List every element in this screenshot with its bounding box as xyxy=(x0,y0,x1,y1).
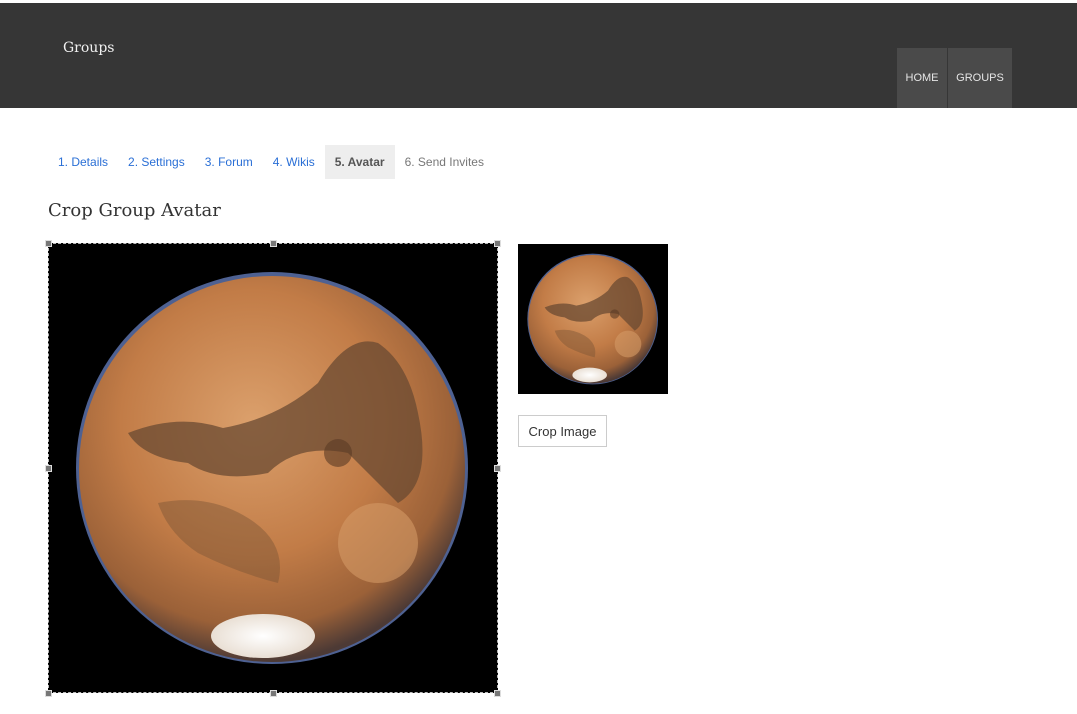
step-avatar-current: 5. Avatar xyxy=(324,145,395,179)
nav-groups-link[interactable]: GROUPS xyxy=(947,48,1012,108)
avatar-preview xyxy=(518,244,668,394)
step-details-link[interactable]: 1. Details xyxy=(48,145,118,179)
crop-handle-bottom-left[interactable] xyxy=(45,690,52,697)
step-wikis-link[interactable]: 4. Wikis xyxy=(263,145,325,179)
site-title[interactable]: Groups xyxy=(63,40,114,56)
avatar-crop-image[interactable] xyxy=(48,243,498,693)
mars-planet-image xyxy=(76,272,468,664)
crop-handle-bottom-right[interactable] xyxy=(494,690,501,697)
main-nav: HOME GROUPS xyxy=(897,48,1012,108)
mars-preview-image xyxy=(527,253,658,385)
crop-handle-top[interactable] xyxy=(270,240,277,247)
page-title: Crop Group Avatar xyxy=(48,200,221,221)
crop-image-button[interactable]: Crop Image xyxy=(518,415,607,447)
step-settings-link[interactable]: 2. Settings xyxy=(118,145,195,179)
step-send-invites: 6. Send Invites xyxy=(404,155,484,169)
crop-handle-top-left[interactable] xyxy=(45,240,52,247)
step-forum-link[interactable]: 3. Forum xyxy=(195,145,263,179)
wizard-steps: 1. Details 2. Settings 3. Forum 4. Wikis… xyxy=(48,145,494,179)
crop-handle-bottom[interactable] xyxy=(270,690,277,697)
crop-handle-top-right[interactable] xyxy=(494,240,501,247)
top-header-bar: Groups HOME GROUPS xyxy=(0,3,1077,108)
nav-home-link[interactable]: HOME xyxy=(897,48,947,108)
crop-handle-left[interactable] xyxy=(45,465,52,472)
crop-handle-right[interactable] xyxy=(494,465,501,472)
